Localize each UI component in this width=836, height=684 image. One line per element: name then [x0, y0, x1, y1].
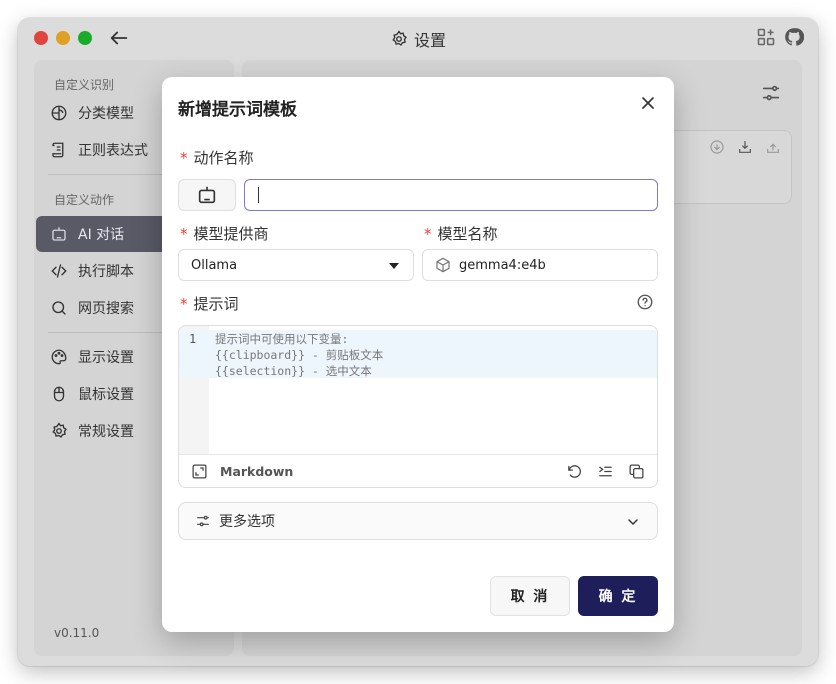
model-name-field[interactable]: gemma4:e4b [422, 249, 658, 281]
required-asterisk: * [180, 225, 188, 243]
action-icon-picker[interactable] [178, 179, 236, 211]
model-name-value: gemma4:e4b [459, 257, 546, 273]
editor-line: 提示词中可使用以下变量: [215, 332, 349, 346]
copy-icon[interactable] [628, 463, 645, 480]
provider-selected-value: Ollama [191, 257, 238, 273]
sliders-icon [197, 515, 209, 527]
editor-footer: Markdown [179, 454, 657, 487]
more-options-label: 更多选项 [219, 514, 275, 530]
prompt-editor[interactable]: 1 提示词中可使用以下变量: {{clipboard}} - 剪贴板文本 {{s… [178, 325, 658, 488]
confirm-button[interactable]: 确 定 [578, 576, 658, 616]
format-indent-icon[interactable] [597, 463, 614, 480]
editor-actions [566, 463, 645, 480]
editor-line: {{clipboard}} - 剪贴板文本 [215, 348, 384, 362]
editor-line: {{selection}} - 选中文本 [215, 364, 372, 378]
required-asterisk: * [424, 225, 432, 243]
model-name-label: * 模型名称 [424, 225, 498, 243]
add-prompt-template-dialog: 新增提示词模板 * 动作名称 * 模型提供商 * 模型名称 Ollama gemma4… [162, 77, 674, 632]
required-asterisk: * [180, 295, 188, 313]
dialog-title: 新增提示词模板 [178, 100, 297, 120]
more-options-collapse[interactable]: 更多选项 [178, 502, 658, 540]
text-caret [258, 187, 259, 203]
caret-down-icon [389, 263, 399, 269]
chevron-down-icon [628, 519, 638, 525]
action-name-label: * 动作名称 [180, 149, 254, 167]
expand-icon[interactable] [191, 463, 208, 480]
undo-icon[interactable] [566, 463, 583, 480]
robot-icon [198, 186, 216, 204]
help-circle-icon[interactable] [636, 293, 654, 311]
required-asterisk: * [180, 149, 188, 167]
close-icon[interactable] [638, 93, 658, 113]
action-name-input[interactable] [244, 179, 658, 211]
line-number: 1 [189, 332, 197, 346]
provider-select[interactable]: Ollama [178, 249, 414, 281]
prompt-label: * 提示词 [180, 295, 239, 313]
editor-placeholder: 提示词中可使用以下变量: {{clipboard}} - 剪贴板文本 {{sel… [215, 331, 383, 379]
cancel-button[interactable]: 取 消 [490, 576, 570, 616]
cube-icon [436, 257, 450, 273]
editor-language: Markdown [220, 464, 294, 479]
provider-label: * 模型提供商 [180, 225, 269, 243]
